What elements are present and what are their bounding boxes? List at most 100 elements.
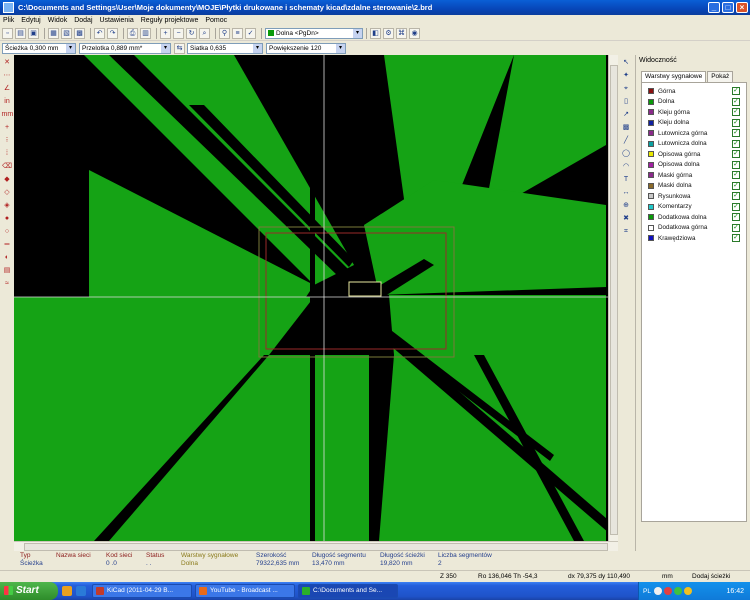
set-origin-icon[interactable]: ⌗ [621, 226, 632, 237]
layer-color-swatch[interactable] [648, 88, 654, 95]
horizontal-scrollbar[interactable] [14, 541, 618, 551]
active-layer-select[interactable]: Dolna <PgDn> ▾ [265, 27, 363, 39]
add-circle-icon[interactable]: ◯ [621, 148, 632, 159]
close-button[interactable]: × [736, 2, 748, 13]
pad-sketch-icon[interactable]: ● [2, 213, 13, 224]
page-settings-icon[interactable]: ▦ [48, 27, 59, 39]
tray-icon[interactable] [673, 587, 682, 595]
find-icon[interactable]: ⚲ [219, 27, 230, 39]
layer-row[interactable]: Dodatkowa dolna ✓ [642, 212, 746, 223]
start-button[interactable]: Start [0, 582, 58, 600]
local-ratsnest-icon[interactable]: ⌖ [621, 83, 632, 94]
layer-visible-checkbox[interactable]: ✓ [732, 160, 740, 169]
high-contrast-icon[interactable]: ◐ [2, 252, 13, 263]
layer-row[interactable]: Dodatkowa górna ✓ [642, 223, 746, 234]
menu-edit[interactable]: Edytuj [21, 17, 40, 24]
layer-row[interactable]: Krawędziowa ✓ [642, 233, 746, 244]
zoom-redraw-icon[interactable]: ↻ [186, 27, 197, 39]
layer-color-swatch[interactable] [648, 98, 654, 105]
track-sketch-icon[interactable]: ═ [2, 239, 13, 250]
zoom-fit-icon[interactable]: ⌕ [199, 27, 210, 39]
layer-row[interactable]: Lutownicza górna ✓ [642, 128, 746, 139]
units-inch-icon[interactable]: in [2, 96, 13, 107]
layer-visible-checkbox[interactable]: ✓ [732, 171, 740, 179]
select-arrow-icon[interactable]: ↖ [621, 57, 632, 68]
layer-visible-checkbox[interactable]: ✓ [732, 223, 740, 232]
layer-pair-icon[interactable]: ◧ [370, 27, 381, 39]
layer-row[interactable]: Opisowa dolna ✓ [642, 160, 746, 171]
menu-add[interactable]: Dodaj [74, 17, 92, 24]
layer-visible-checkbox[interactable]: ✓ [732, 202, 740, 211]
tray-icon[interactable] [683, 587, 692, 595]
layer-visible-checkbox[interactable]: ✓ [732, 118, 740, 127]
layer-color-swatch[interactable] [648, 224, 654, 231]
open-icon[interactable]: ▤ [15, 27, 26, 39]
scroll-thumb[interactable] [24, 543, 608, 551]
zone-sketch-icon[interactable]: ◈ [2, 200, 13, 211]
layer-color-swatch[interactable] [648, 140, 654, 147]
zoom-out-icon[interactable]: − [173, 27, 184, 39]
layer-color-swatch[interactable] [648, 193, 654, 200]
menu-help[interactable]: Pomoc [205, 17, 227, 24]
maximize-button[interactable]: □ [722, 2, 734, 13]
layers-manager-icon[interactable]: ▤ [2, 265, 13, 276]
layer-row[interactable]: Maski dolna ✓ [642, 181, 746, 192]
add-line-icon[interactable]: ╱ [621, 135, 632, 146]
print-icon[interactable]: ⎙ [127, 27, 138, 39]
layer-row[interactable]: Opisowa górna ✓ [642, 149, 746, 160]
units-mm-icon[interactable]: mm [2, 109, 14, 120]
task-kicad[interactable]: KiCad (2011-04-29 B... [92, 584, 192, 598]
netlist-icon[interactable]: ▩ [74, 27, 85, 39]
python-icon[interactable]: ◉ [409, 27, 420, 39]
layer-visible-checkbox[interactable]: ✓ [732, 213, 740, 221]
layer-row[interactable]: Rysunkowa ✓ [642, 191, 746, 202]
task-youtube[interactable]: YouTube - Broadcast ... [195, 584, 295, 598]
layer-visible-checkbox[interactable]: ✓ [732, 181, 740, 190]
layer-visible-checkbox[interactable]: ✓ [732, 150, 740, 158]
layer-color-swatch[interactable] [648, 214, 654, 221]
save-icon[interactable]: ▣ [28, 27, 39, 39]
vertical-scrollbar[interactable] [608, 55, 618, 541]
layer-visible-checkbox[interactable]: ✓ [732, 192, 740, 200]
layer-row[interactable]: Komentarzy ✓ [642, 202, 746, 213]
microwave-toolbar-icon[interactable]: ≈ [2, 278, 13, 289]
freeroute-icon[interactable]: ⌘ [396, 27, 407, 39]
minimize-button[interactable]: _ [708, 2, 720, 13]
menu-settings[interactable]: Ustawienia [100, 17, 134, 24]
ratsnest-icon[interactable]: ⁝ [2, 135, 13, 146]
autoroute-icon[interactable]: ⚙ [383, 27, 394, 39]
task-explorer[interactable]: C:\Documents and Se... [298, 584, 398, 598]
layer-color-swatch[interactable] [648, 109, 654, 116]
language-indicator[interactable]: PL [643, 588, 651, 595]
grid-select[interactable]: Siatka 0,635 ▾ [187, 42, 263, 54]
via-size-select[interactable]: Przelotka 0,889 mm* ▾ [79, 42, 171, 54]
layer-color-swatch[interactable] [648, 151, 654, 158]
via-sketch-icon[interactable]: ○ [2, 226, 13, 237]
zoom-select[interactable]: Powiększenie 120 ▾ [266, 42, 346, 54]
redo-icon[interactable]: ↷ [107, 27, 118, 39]
add-module-icon[interactable]: ▯ [621, 96, 632, 107]
layer-color-swatch[interactable] [648, 119, 654, 126]
add-arc-icon[interactable]: ◠ [621, 161, 632, 172]
drc-icon[interactable]: ✓ [245, 27, 256, 39]
layer-row[interactable]: Maski górna ✓ [642, 170, 746, 181]
tray-icon[interactable] [663, 587, 672, 595]
zone-outline-icon[interactable]: ◇ [2, 187, 13, 198]
layer-color-swatch[interactable] [648, 182, 654, 189]
module-ratsnest-icon[interactable]: ⁞ [2, 148, 13, 159]
polar-coords-icon[interactable]: ∠ [2, 83, 13, 94]
tray-icon[interactable] [653, 587, 662, 595]
cursor-shape-icon[interactable]: + [2, 122, 13, 133]
layer-visible-checkbox[interactable]: ✓ [732, 97, 740, 106]
menu-file[interactable]: Plik [3, 17, 14, 24]
tab-render[interactable]: Pokaż [707, 71, 734, 82]
plot-icon[interactable]: ▥ [140, 27, 151, 39]
undo-icon[interactable]: ↶ [94, 27, 105, 39]
drc-off-icon[interactable]: ✕ [2, 57, 13, 68]
layer-visible-checkbox[interactable]: ✓ [732, 139, 740, 148]
layer-row[interactable]: Kleju górna ✓ [642, 107, 746, 118]
layer-visible-checkbox[interactable]: ✓ [732, 108, 740, 116]
layer-row[interactable]: Górna ✓ [642, 86, 746, 97]
auto-delete-track-icon[interactable]: ⌫ [2, 161, 13, 172]
layer-visible-checkbox[interactable]: ✓ [732, 234, 740, 242]
